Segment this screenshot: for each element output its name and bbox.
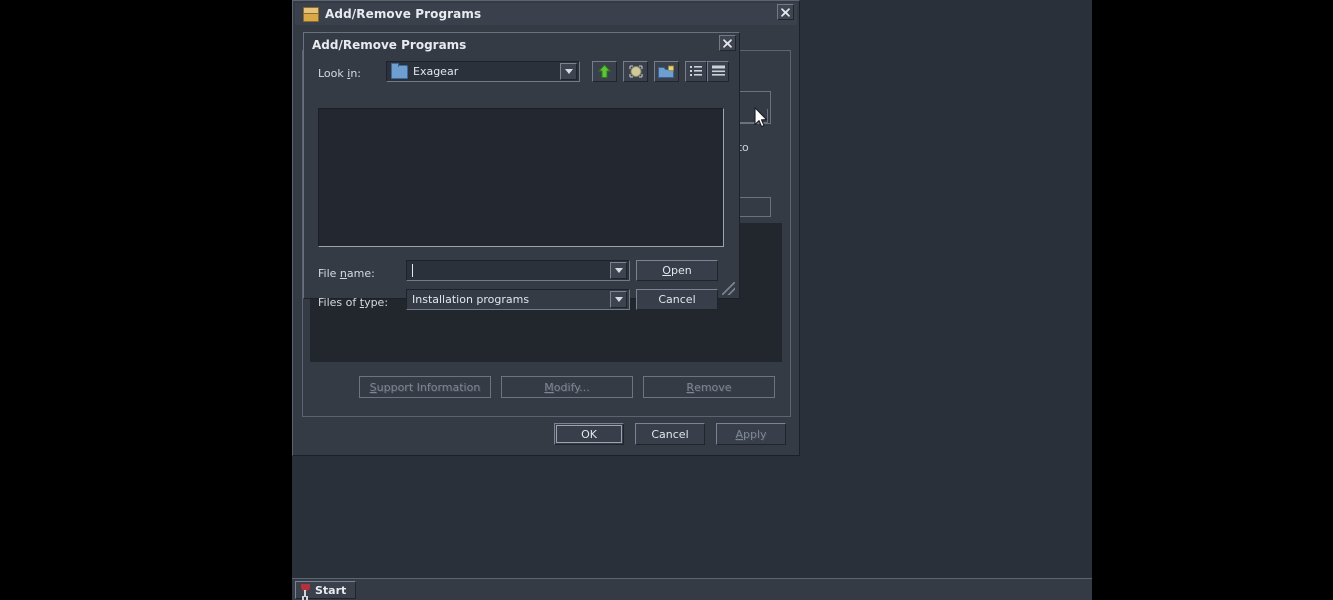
files-of-type-value: Installation programs	[412, 293, 530, 306]
start-button[interactable]: Start	[295, 581, 357, 599]
taskbar: Start	[292, 578, 1092, 600]
file-name-value	[412, 263, 610, 278]
folder-glyph	[658, 65, 674, 78]
file-name-label: File name:	[318, 267, 375, 280]
file-dialog-cancel-button[interactable]: Cancel	[636, 289, 718, 310]
details-view-icon[interactable]	[707, 61, 729, 82]
cancel-button[interactable]: Cancel	[635, 423, 705, 445]
resize-grip[interactable]	[722, 282, 735, 295]
close-icon[interactable]	[719, 35, 736, 51]
list-view-icon[interactable]	[685, 61, 707, 82]
program-box-icon	[303, 6, 319, 22]
up-arrow-glyph	[597, 64, 612, 78]
close-glyph	[723, 38, 732, 48]
remove-button[interactable]: Remove	[643, 376, 775, 398]
add-remove-programs-window: Add/Remove Programs e, .. or toe. Suppor…	[292, 0, 800, 456]
close-glyph	[781, 7, 790, 17]
modify-button[interactable]: Modify...	[501, 376, 633, 398]
files-of-type-label: Files of type:	[318, 296, 389, 309]
details-view-glyph	[711, 65, 725, 76]
files-of-type-combobox[interactable]: Installation programs	[406, 289, 630, 310]
start-button-label: Start	[315, 583, 347, 597]
app-title-bar[interactable]: Add/Remove Programs	[295, 3, 797, 25]
create-new-folder-icon[interactable]	[623, 61, 648, 82]
program-actions-row: Support Information Modify... Remove	[353, 376, 778, 398]
new-folder-icon[interactable]	[654, 61, 679, 82]
text-caret	[412, 263, 413, 277]
dialog-buttons-row: OK Cancel Apply	[548, 423, 793, 445]
support-information-button[interactable]: Support Information	[359, 376, 491, 398]
file-name-input[interactable]	[406, 260, 630, 281]
ok-button[interactable]: OK	[554, 423, 624, 445]
look-in-value: Exagear	[413, 65, 459, 78]
close-icon[interactable]	[777, 4, 794, 20]
file-dialog-title: Add/Remove Programs	[312, 38, 467, 52]
new-item-glyph	[628, 65, 643, 78]
look-in-label: Look in:	[318, 67, 362, 80]
file-dialog-body: Look in: Exagear File name: Files of typ…	[306, 56, 737, 310]
app-window-title: Add/Remove Programs	[325, 7, 482, 21]
file-dialog-title-bar[interactable]: Add/Remove Programs	[306, 35, 737, 55]
open-button[interactable]: Open	[636, 260, 718, 281]
wine-glass-icon	[301, 583, 310, 597]
chevron-down-icon[interactable]	[610, 291, 627, 308]
desktop: Add/Remove Programs e, .. or toe. Suppor…	[292, 0, 1092, 600]
chevron-down-icon[interactable]	[610, 262, 627, 279]
folder-icon	[391, 62, 408, 79]
list-view-glyph	[689, 66, 702, 76]
file-open-dialog: Add/Remove Programs Look in: Exagear Fil…	[303, 32, 740, 310]
chevron-down-icon[interactable]	[560, 63, 577, 80]
look-in-combobox[interactable]: Exagear	[386, 61, 580, 82]
file-list-view[interactable]	[318, 108, 724, 247]
up-one-level-icon[interactable]	[592, 61, 617, 82]
apply-button[interactable]: Apply	[716, 423, 786, 445]
